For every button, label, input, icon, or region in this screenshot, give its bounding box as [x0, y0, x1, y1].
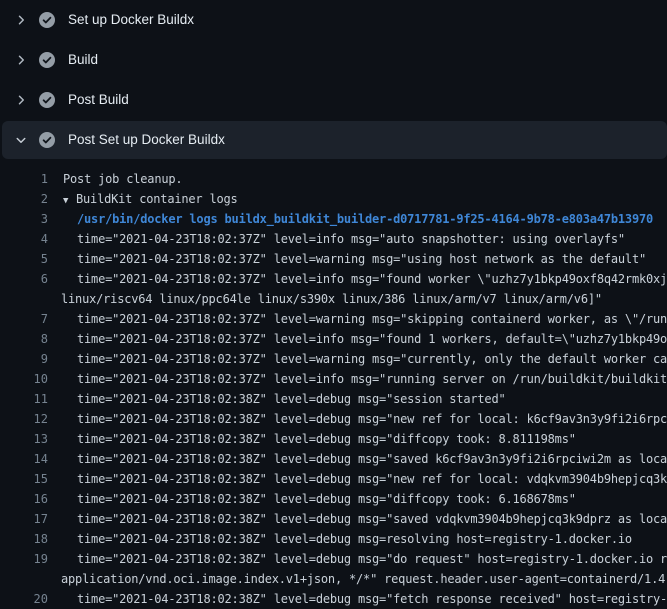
log-line-text: /usr/bin/docker logs buildx_buildkit_bui… — [48, 209, 667, 229]
log-line-text: time="2021-04-23T18:02:38Z" level=debug … — [48, 489, 667, 509]
log-line-text: time="2021-04-23T18:02:38Z" level=debug … — [48, 429, 667, 449]
log-line-text: time="2021-04-23T18:02:37Z" level=info m… — [48, 229, 667, 249]
log-line-number[interactable]: 15 — [0, 469, 48, 489]
log-line-text: time="2021-04-23T18:02:38Z" level=debug … — [48, 409, 667, 429]
log-line-number[interactable]: 17 — [0, 509, 48, 529]
log-line: 8 time="2021-04-23T18:02:37Z" level=info… — [0, 329, 667, 349]
log-line: 15 time="2021-04-23T18:02:38Z" level=deb… — [0, 469, 667, 489]
log-viewport[interactable]: 1 Post job cleanup. 2 ▼BuildKit containe… — [0, 160, 667, 609]
log-line: 18 time="2021-04-23T18:02:38Z" level=deb… — [0, 529, 667, 549]
chevron-right-icon — [14, 13, 28, 27]
log-line-number[interactable]: 1 — [0, 169, 48, 189]
log-line: 11 time="2021-04-23T18:02:38Z" level=deb… — [0, 389, 667, 409]
log-line[interactable]: 3 /usr/bin/docker logs buildx_buildkit_b… — [0, 209, 667, 229]
log-line: application/vnd.oci.image.index.v1+json,… — [0, 569, 667, 589]
log-line: 5 time="2021-04-23T18:02:37Z" level=warn… — [0, 249, 667, 269]
log-line[interactable]: 2 ▼BuildKit container logs — [0, 189, 667, 209]
log-line-text: time="2021-04-23T18:02:38Z" level=debug … — [48, 509, 667, 529]
step-title: Set up Docker Buildx — [68, 13, 194, 27]
log-line-number[interactable]: 2 — [0, 189, 48, 209]
log-line-text: application/vnd.oci.image.index.v1+json,… — [48, 569, 667, 589]
log-line-text: linux/riscv64 linux/ppc64le linux/s390x … — [48, 289, 667, 309]
log-line: 6 time="2021-04-23T18:02:37Z" level=info… — [0, 269, 667, 289]
step-header-build[interactable]: Build — [0, 40, 667, 80]
chevron-right-icon — [14, 93, 28, 107]
step-title: Build — [68, 53, 98, 67]
log-line-number[interactable]: 19 — [0, 549, 48, 569]
log-line-number[interactable]: 10 — [0, 369, 48, 389]
step-title: Post Build — [68, 93, 129, 107]
log-line-number[interactable]: 7 — [0, 309, 48, 329]
chevron-down-icon — [14, 133, 28, 147]
log-line-text: ▼BuildKit container logs — [48, 189, 667, 209]
log-line-text: Post job cleanup. — [48, 169, 667, 189]
log-line-number — [0, 289, 48, 309]
log-line-text: time="2021-04-23T18:02:37Z" level=info m… — [48, 269, 667, 289]
log-group-title: BuildKit container logs — [76, 192, 238, 206]
log-line: 12 time="2021-04-23T18:02:38Z" level=deb… — [0, 409, 667, 429]
log-line: 4 time="2021-04-23T18:02:37Z" level=info… — [0, 229, 667, 249]
log-line-number[interactable]: 18 — [0, 529, 48, 549]
log-line-text: time="2021-04-23T18:02:38Z" level=debug … — [48, 449, 667, 469]
check-circle-icon — [39, 52, 55, 68]
step-title: Post Set up Docker Buildx — [68, 133, 225, 147]
log-line-text: time="2021-04-23T18:02:38Z" level=debug … — [48, 389, 667, 409]
step-header-post-set-up-docker-buildx[interactable]: Post Set up Docker Buildx — [2, 121, 667, 159]
log-line-number[interactable]: 4 — [0, 229, 48, 249]
log-line: 10 time="2021-04-23T18:02:37Z" level=inf… — [0, 369, 667, 389]
log-line: 14 time="2021-04-23T18:02:38Z" level=deb… — [0, 449, 667, 469]
log-line-number[interactable]: 13 — [0, 429, 48, 449]
log-line: 1 Post job cleanup. — [0, 169, 667, 189]
log-line-text: time="2021-04-23T18:02:38Z" level=debug … — [48, 469, 667, 489]
log-line-number[interactable]: 12 — [0, 409, 48, 429]
log-line-number[interactable]: 11 — [0, 389, 48, 409]
log-line: linux/riscv64 linux/ppc64le linux/s390x … — [0, 289, 667, 309]
step-header-post-build[interactable]: Post Build — [0, 80, 667, 120]
log-line: 13 time="2021-04-23T18:02:38Z" level=deb… — [0, 429, 667, 449]
log-line-text: time="2021-04-23T18:02:38Z" level=debug … — [48, 589, 667, 609]
log-line-number[interactable]: 3 — [0, 209, 48, 229]
steps-list: Set up Docker Buildx Build Post Build — [0, 0, 667, 159]
log-line-text: time="2021-04-23T18:02:37Z" level=info m… — [48, 329, 667, 349]
check-circle-icon — [39, 132, 55, 148]
log-line-number[interactable]: 16 — [0, 489, 48, 509]
log-line-text: time="2021-04-23T18:02:37Z" level=info m… — [48, 369, 667, 389]
log-line-number[interactable]: 6 — [0, 269, 48, 289]
log-line: 7 time="2021-04-23T18:02:37Z" level=warn… — [0, 309, 667, 329]
log-line-number[interactable]: 14 — [0, 449, 48, 469]
log-line: 16 time="2021-04-23T18:02:38Z" level=deb… — [0, 489, 667, 509]
log-line-text: time="2021-04-23T18:02:38Z" level=debug … — [48, 529, 667, 549]
log-line-number[interactable]: 20 — [0, 589, 48, 609]
check-circle-icon — [39, 12, 55, 28]
log-line-number[interactable]: 5 — [0, 249, 48, 269]
log-line-text: time="2021-04-23T18:02:37Z" level=warnin… — [48, 249, 667, 269]
log-line: 17 time="2021-04-23T18:02:38Z" level=deb… — [0, 509, 667, 529]
log-line-number[interactable]: 8 — [0, 329, 48, 349]
log-line: 19 time="2021-04-23T18:02:38Z" level=deb… — [0, 549, 667, 569]
log-line-text: time="2021-04-23T18:02:37Z" level=warnin… — [48, 309, 667, 329]
check-circle-icon — [39, 92, 55, 108]
chevron-right-icon — [14, 53, 28, 67]
step-header-set-up-docker-buildx[interactable]: Set up Docker Buildx — [0, 0, 667, 40]
log-line-number — [0, 569, 48, 589]
log-line-text: time="2021-04-23T18:02:37Z" level=warnin… — [48, 349, 667, 369]
log-line-number[interactable]: 9 — [0, 349, 48, 369]
log-line: 20 time="2021-04-23T18:02:38Z" level=deb… — [0, 589, 667, 609]
log-line-text: time="2021-04-23T18:02:38Z" level=debug … — [48, 549, 667, 569]
log-line: 9 time="2021-04-23T18:02:37Z" level=warn… — [0, 349, 667, 369]
log-group-caret-icon[interactable]: ▼ — [63, 191, 76, 209]
